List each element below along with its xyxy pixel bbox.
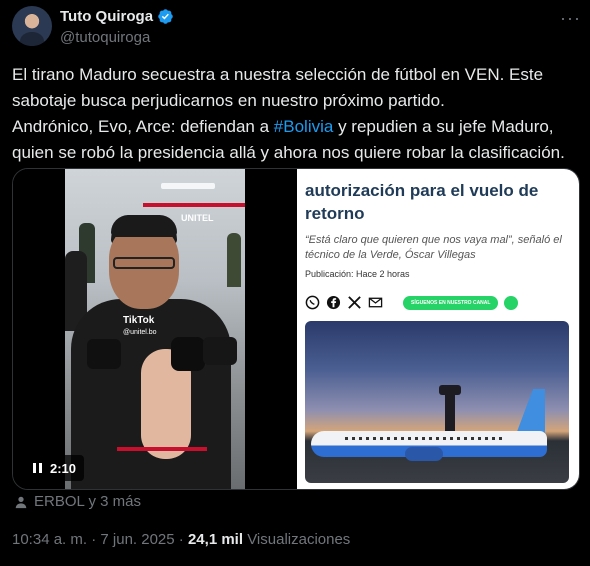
email-icon: [368, 297, 383, 308]
control-tower: [445, 389, 455, 437]
person-icon: [15, 496, 27, 508]
airport-photo: [305, 321, 569, 483]
more-options-icon[interactable]: ···: [560, 8, 581, 29]
author-avatar[interactable]: [12, 6, 52, 46]
background-person: [227, 233, 241, 287]
share-row: SÍGUENOS EN NUESTRO CANAL: [305, 295, 519, 310]
red-banner: [143, 203, 245, 207]
author-name[interactable]: Tuto Quiroga: [60, 8, 153, 25]
video-player[interactable]: UNITEL TikTok @unitel.bo 2:10: [13, 169, 295, 489]
author-name-row: Tuto Quiroga: [60, 8, 174, 25]
glasses: [113, 257, 175, 269]
tweet-meta: 10:34 a. m. · 7 jun. 2025 · 24,1 mil Vis…: [12, 531, 350, 548]
tweet-text: El tirano Maduro secuestra a nuestra sel…: [12, 62, 582, 166]
verified-badge-icon: [158, 9, 173, 24]
views-label: Visualizaciones: [247, 531, 351, 548]
article-image[interactable]: autorización para el vuelo de retorno “E…: [297, 169, 579, 489]
whatsapp-icon: [305, 295, 320, 310]
whatsapp-channel-icon: [504, 295, 519, 310]
microphone: [203, 337, 237, 365]
article-title: autorización para el vuelo de retorno: [305, 181, 539, 223]
hashtag-link[interactable]: #Bolivia: [274, 117, 334, 136]
pause-icon: [33, 463, 42, 473]
article-subtitle: “Está claro que quieren que nos vaya mal…: [305, 234, 562, 261]
channel-logo: UNITEL: [181, 213, 214, 223]
media-container: UNITEL TikTok @unitel.bo 2:10 autorizaci…: [12, 168, 580, 490]
tweet-date[interactable]: 7 jun. 2025: [100, 531, 174, 548]
author-handle[interactable]: @tutoquiroga: [60, 29, 150, 46]
meta-separator: ·: [178, 531, 188, 548]
video-frame: UNITEL TikTok @unitel.bo: [65, 169, 245, 489]
x-icon: [348, 296, 361, 309]
interviewee-hair-top: [111, 215, 177, 237]
tagged-users-text: ERBOL y 3 más: [34, 493, 141, 510]
airplane-tail: [515, 389, 545, 437]
tweet-line-2-before: Andrónico, Evo, Arce: defiendan a: [12, 117, 274, 136]
ceiling-light: [161, 183, 215, 189]
microphone: [87, 339, 121, 369]
airplane-windows: [345, 437, 505, 440]
article-date: Publicación: Hace 2 horas: [305, 269, 410, 279]
airplane-engine: [405, 447, 443, 461]
tagged-users[interactable]: ERBOL y 3 más: [14, 493, 141, 510]
video-progress-bar[interactable]: [117, 447, 207, 451]
video-time: 2:10: [50, 460, 77, 476]
tiktok-watermark: TikTok: [123, 315, 155, 326]
tweet-line-1: El tirano Maduro secuestra a nuestra sel…: [12, 65, 544, 110]
microphone: [171, 337, 205, 371]
facebook-icon: [326, 295, 341, 310]
views-count: 24,1 mil: [187, 531, 244, 548]
play-pause-control[interactable]: 2:10: [25, 455, 85, 481]
follow-channel-button: SÍGUENOS EN NUESTRO CANAL: [403, 295, 499, 310]
tiktok-username: @unitel.bo: [123, 329, 157, 336]
meta-separator: ·: [91, 531, 101, 548]
tweet-time[interactable]: 10:34 a. m.: [12, 531, 87, 548]
